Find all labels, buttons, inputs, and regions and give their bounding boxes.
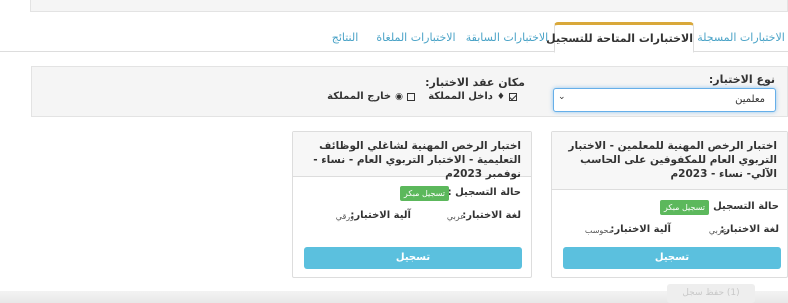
chevron-down-icon: ⌄	[558, 92, 566, 102]
tab-registered[interactable]: الاختبارات المسجلة	[694, 24, 788, 53]
exam-card: اختبار الرخص المهنية للمعلمين - الاختبار…	[551, 131, 788, 278]
exam-title: اختبار الرخص المهنية للمعلمين - الاختبار…	[552, 132, 787, 190]
location-label: مكان عقد الاختبار:	[425, 76, 525, 89]
mechanism-value: ورقي	[335, 212, 354, 221]
checkbox-checked-icon[interactable]	[509, 92, 517, 101]
language-label: لغة الاختبار:	[462, 210, 521, 221]
outside-label: خارج المملكة	[327, 91, 392, 102]
test-type-select[interactable]: معلمين ⌄	[553, 88, 776, 112]
test-type-label: نوع الاختبار:	[708, 73, 775, 86]
register-button[interactable]: تسجيل	[563, 247, 781, 269]
status-label: حالة التسجيل :	[705, 201, 779, 212]
mechanism-value: محوسب	[584, 226, 613, 235]
status-label: حالة التسجيل :	[447, 187, 521, 198]
tag-icon: ♦	[496, 91, 505, 102]
exam-card: اختبار الرخص المهنية لشاغلي الوظائف التع…	[292, 131, 532, 278]
status-badge: تسجيل مبكر	[399, 186, 449, 201]
status-badge: تسجيل مبكر	[659, 200, 709, 215]
exam-title: اختبار الرخص المهنية لشاغلي الوظائف التع…	[293, 132, 531, 180]
language-label: لغة الاختبار:	[720, 224, 779, 235]
tab-previous[interactable]: الاختبارات السابقة	[464, 24, 550, 53]
language-value: عربي	[446, 212, 465, 221]
test-type-value: معلمين	[735, 94, 765, 105]
top-panel	[30, 0, 788, 12]
filter-panel: نوع الاختبار: معلمين ⌄ مكان عقد الاختبار…	[31, 66, 788, 117]
mechanism-label: آلية الاختبار:	[610, 224, 671, 235]
register-button[interactable]: تسجيل	[304, 247, 522, 269]
option-inside-kingdom[interactable]: ♦ داخل المملكة	[428, 91, 517, 102]
tab-bar: الاختبارات المسجلة الاختبارات المتاحة لل…	[0, 22, 788, 53]
checkbox-icon[interactable]	[407, 92, 415, 101]
option-outside-kingdom[interactable]: ◉ خارج المملكة	[327, 91, 415, 102]
language-value: عربي	[708, 226, 727, 235]
mechanism-label: آلية الاختبار:	[350, 210, 411, 221]
footer-button[interactable]: (1) حفظ سجل	[667, 284, 755, 303]
tab-available[interactable]: الاختبارات المتاحة للتسجيل	[546, 22, 694, 53]
globe-icon: ◉	[395, 91, 403, 102]
inside-label: داخل المملكة	[428, 91, 493, 102]
tab-cancelled[interactable]: الاختبارات الملغاة	[374, 24, 458, 53]
tab-results[interactable]: النتائج	[322, 24, 368, 53]
